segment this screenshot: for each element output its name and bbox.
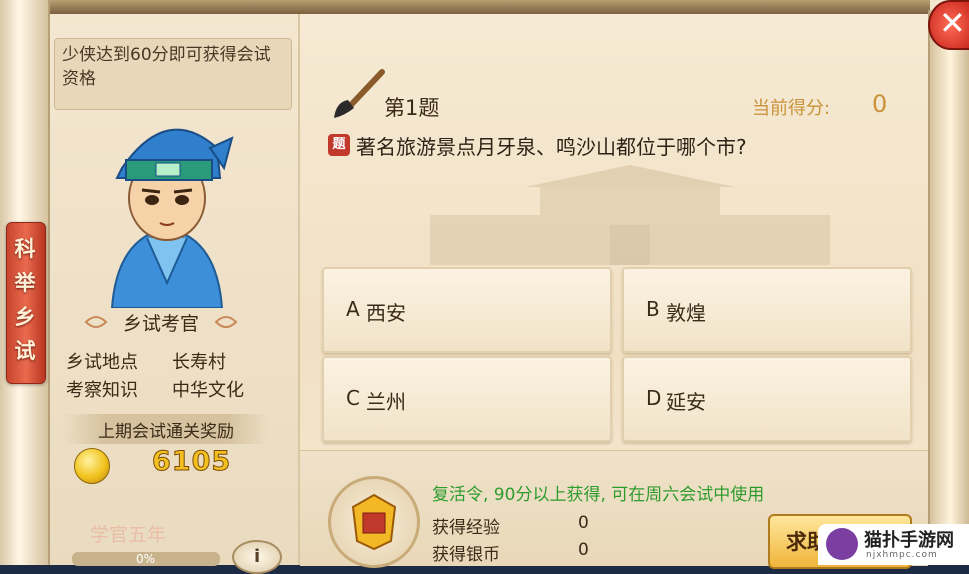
option-a-letter: A: [346, 297, 360, 321]
option-a-text: 西安: [366, 301, 406, 325]
brush-icon: [334, 69, 385, 118]
option-d-letter: D: [646, 386, 662, 410]
score-value: 0: [872, 90, 888, 118]
option-d-button[interactable]: D 延安: [622, 356, 912, 442]
examiner-title: 乡试考官: [122, 313, 199, 335]
info-button[interactable]: i: [232, 540, 282, 574]
option-d-text: 延安: [666, 390, 706, 414]
watermark-logo-icon: [826, 528, 858, 560]
info-icon: i: [254, 546, 261, 567]
location-label: 乡试地点: [66, 352, 138, 373]
topic-value: 中华文化: [172, 380, 244, 401]
revive-token-text: 复活令, 90分以上获得, 可在周六会试中使用: [432, 485, 765, 505]
option-b-button[interactable]: B 敦煌: [622, 267, 912, 353]
reward-header-text: 上期会试通关奖励: [98, 422, 234, 442]
background-city-wall: [430, 165, 830, 265]
side-tab-label: 科举乡试: [14, 237, 36, 363]
rank-progress-text: 0%: [136, 552, 156, 566]
reward-amount: 6105: [151, 446, 232, 478]
option-a-button[interactable]: A 西安: [322, 267, 612, 353]
question-text: 著名旅游景点月牙泉、鸣沙山都位于哪个市?: [356, 135, 747, 159]
option-c-letter: C: [346, 386, 360, 410]
hint-text: 少侠达到60分即可获得会试资格: [62, 45, 271, 89]
silver-label: 获得银币: [432, 545, 500, 565]
option-c-text: 兰州: [366, 390, 406, 414]
option-b-text: 敦煌: [666, 301, 706, 325]
top-rod: [40, 0, 930, 14]
score-label: 当前得分:: [752, 98, 831, 119]
silver-value: 0: [578, 540, 589, 560]
right-scroll-roll: [928, 10, 969, 565]
rank-text: 学官五年: [90, 524, 167, 546]
watermark-sub: njxhmpc.com: [866, 550, 938, 560]
exp-label: 获得经验: [432, 518, 500, 538]
exp-value: 0: [578, 513, 589, 533]
question-icon: 题: [328, 134, 350, 156]
location-value: 长寿村: [172, 352, 226, 373]
question-number: 第1题: [384, 96, 440, 120]
topic-label: 考察知识: [66, 380, 138, 401]
revive-token-icon[interactable]: [328, 476, 420, 568]
examiner-avatar: [110, 128, 234, 308]
coin-icon: [74, 448, 110, 484]
watermark-text: 猫扑手游网: [864, 530, 954, 551]
close-icon: ✕: [939, 4, 966, 42]
option-c-button[interactable]: C 兰州: [322, 356, 612, 442]
close-button[interactable]: ✕: [928, 0, 969, 50]
option-b-letter: B: [646, 297, 660, 321]
